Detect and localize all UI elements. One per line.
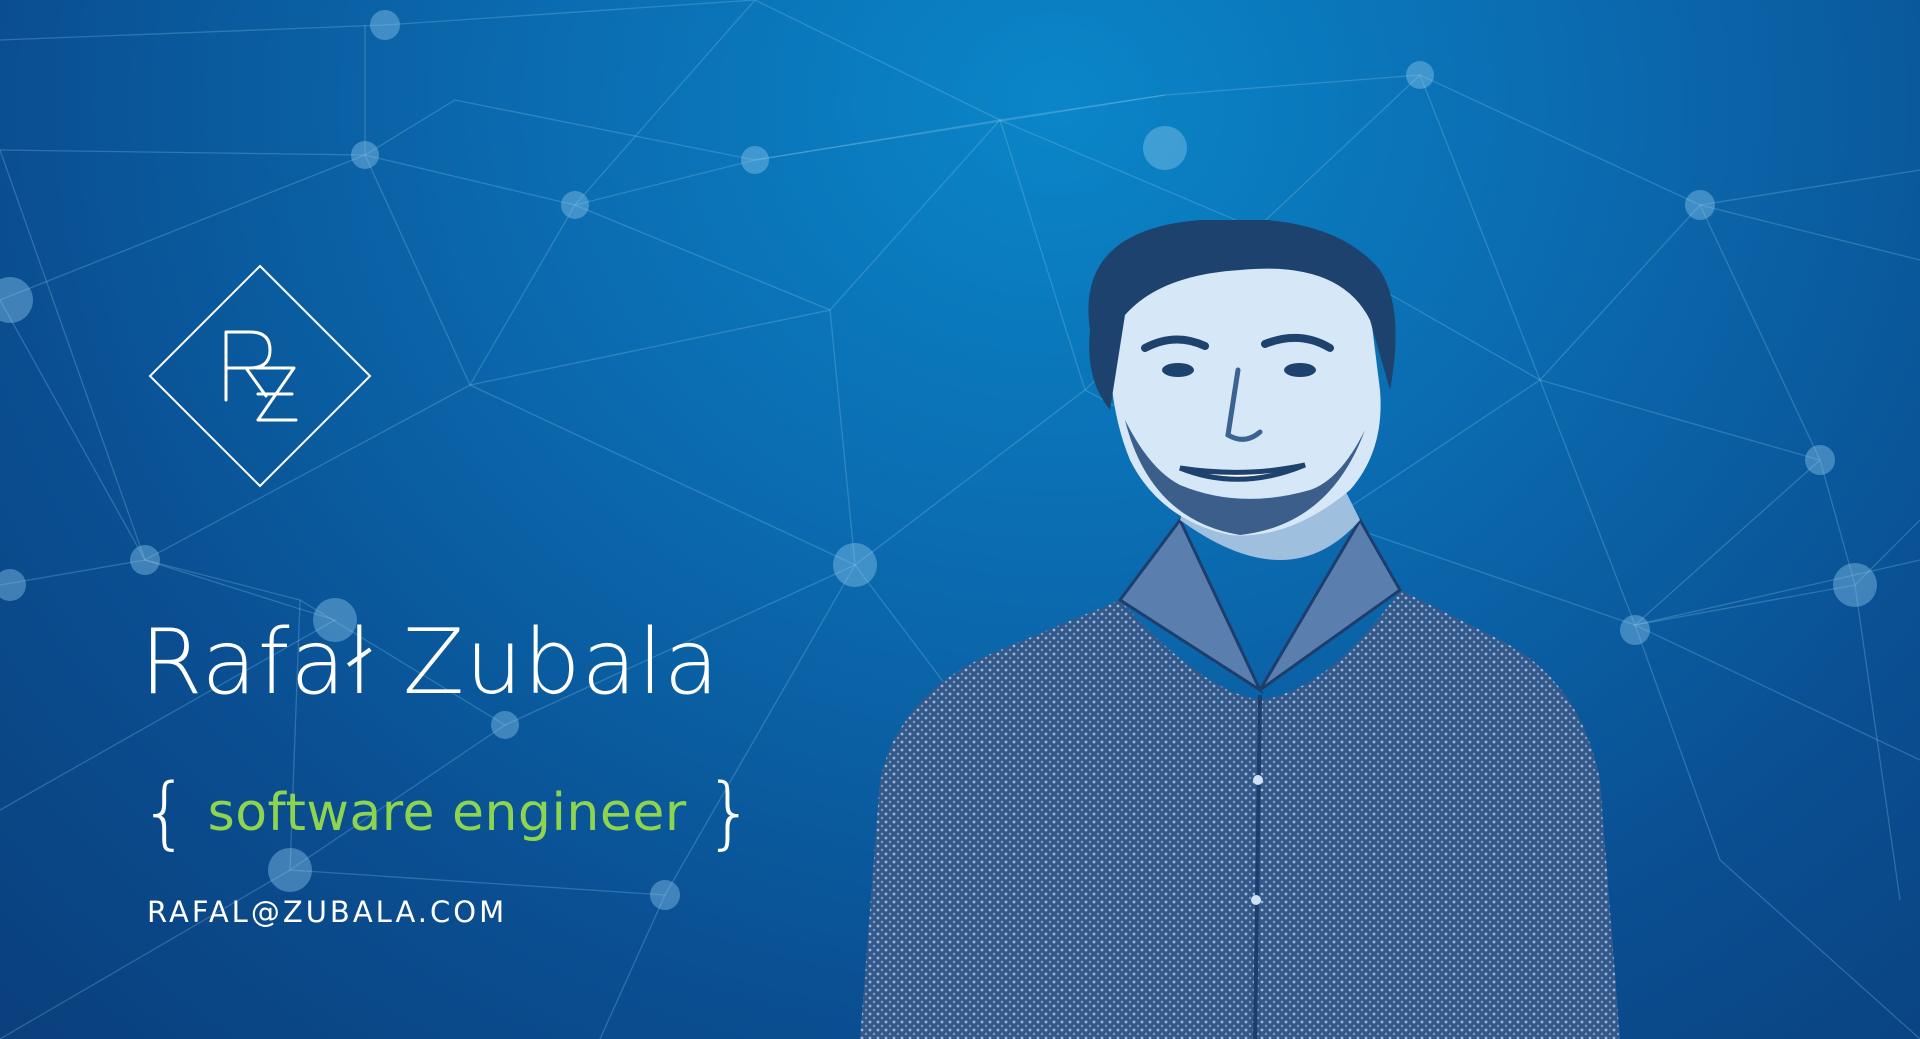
job-title: software engineer	[207, 783, 687, 843]
brace-open: {	[140, 768, 190, 858]
tagline: { software engineer }	[140, 770, 754, 856]
person-name: Rafał Zubala	[140, 610, 720, 715]
rz-diamond-icon: RZ	[148, 264, 372, 488]
portrait-image	[860, 220, 1620, 1039]
email-address[interactable]: RAFAL@ZUBALA.COM	[147, 898, 507, 927]
brace-close: }	[704, 768, 755, 858]
